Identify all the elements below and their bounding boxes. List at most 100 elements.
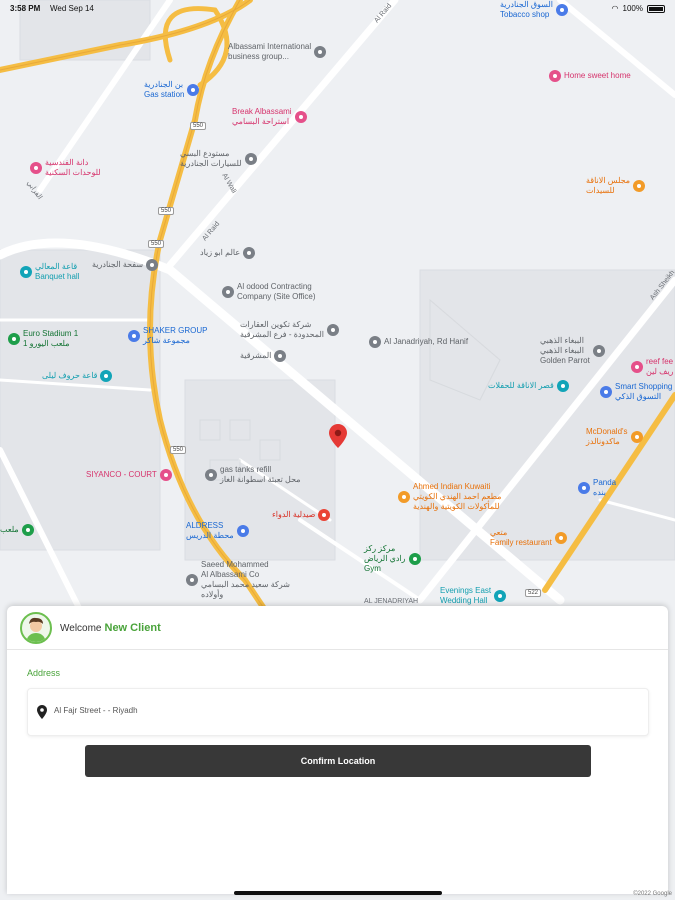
highway-shield: 550 [190, 122, 207, 130]
road-label-al-jenadriyah-road: AL JENADRIYAH [364, 598, 419, 605]
poi-marker-icon [222, 286, 234, 298]
poi-label: Al Janadriyah, Rd Hanif [384, 337, 469, 346]
poi-label: مجلس الاناقة للسيدات [586, 176, 631, 195]
poi-label: gas tanks refill محل تعبئة اسطوانة الغاز [220, 465, 301, 484]
poi-label: Al odood Contracting Company (Site Offic… [237, 282, 316, 301]
poi-label: Break Albassami استراحة البسامي [232, 107, 292, 126]
welcome-header: Welcome New Client [7, 606, 668, 650]
poi-label: SIYANCO - COURT [86, 470, 157, 479]
selected-location-pin-icon[interactable] [329, 424, 347, 448]
poi-marker-icon [633, 180, 646, 192]
location-bottom-sheet: Welcome New Client Address Al Fajr Street… [7, 606, 668, 894]
poi-albassami-intl[interactable]: Albassami International business group..… [228, 42, 327, 62]
confirm-location-button[interactable]: Confirm Location [85, 745, 591, 777]
poi-al-janadriyah-rd[interactable]: Al Janadriyah, Rd Hanif [369, 336, 468, 348]
poi-marker-icon [100, 370, 113, 382]
poi-marker-icon [294, 111, 307, 123]
poi-fashion-center[interactable]: قصر الاناقة للحفلات [488, 380, 569, 392]
poi-banquet-hall[interactable]: قاعة المعالي Banquet hall [20, 262, 79, 282]
poi-marker-icon [600, 386, 612, 398]
poi-marker-icon [630, 431, 643, 443]
status-time: 3:58 PM [10, 4, 41, 13]
poi-mcdonalds[interactable]: McDonald's ماكدونالدز [586, 427, 643, 447]
poi-marker-icon [159, 469, 172, 481]
poi-marker-icon [236, 525, 249, 537]
poi-pharmacy[interactable]: صيدلية الدواء [272, 509, 331, 521]
highway-shield: 550 [158, 207, 175, 215]
poi-reef-fee[interactable]: reef fee ريف لين [631, 357, 674, 377]
poi-marker-icon [128, 330, 140, 342]
poi-label: ALDRESS محطة الدريس [186, 521, 234, 540]
poi-ahmed-indian[interactable]: Ahmed Indian Kuwaiti مطعم احمد الهندي ال… [398, 482, 501, 512]
poi-family-restaurant[interactable]: متعي Family restaurant [490, 528, 567, 548]
poi-marker-icon [21, 524, 34, 536]
poi-label: مركز ركز رادي الرياض Gym [364, 544, 406, 573]
poi-siyanco[interactable]: SIYANCO - COURT [86, 469, 172, 481]
poi-tobacco-shop[interactable]: السوق الجنادرية Tobacco shop [500, 0, 568, 20]
poi-marker-icon [555, 4, 568, 16]
wifi-icon: ◠ [611, 4, 619, 13]
address-field[interactable]: Al Fajr Street - - Riyadh [27, 688, 649, 736]
poi-marker-icon [318, 509, 331, 521]
poi-al-odood[interactable]: Al odood Contracting Company (Site Offic… [222, 282, 316, 302]
poi-gas-tanks[interactable]: gas tanks refill محل تعبئة اسطوانة الغاز [205, 465, 301, 485]
poi-label: متعي Family restaurant [490, 528, 552, 547]
poi-label: SHAKER GROUP مجموعة شاكر [143, 326, 208, 345]
poi-break-albassami[interactable]: Break Albassami استراحة البسامي [232, 107, 307, 127]
user-avatar-icon [26, 617, 46, 642]
poi-al-mashriqiya[interactable]: المشرقية [240, 350, 287, 362]
poi-label: Ahmed Indian Kuwaiti مطعم احمد الهندي ال… [413, 482, 502, 511]
poi-label: Smart Shopping التسوق الذكي [615, 382, 673, 401]
poi-panda[interactable]: Panda بنده [578, 478, 616, 498]
poi-label: الببغاء الذهبي الببغاء الذهبي Golden Par… [540, 336, 590, 365]
poi-marker-icon [8, 333, 20, 345]
poi-label: دانة الفندسية للوحدات السكنية [45, 158, 101, 177]
poi-label: Albassami International business group..… [228, 42, 312, 61]
poi-smart-shopping[interactable]: Smart Shopping التسوق الذكي [600, 382, 672, 402]
battery-icon [647, 4, 665, 13]
poi-letters-hall[interactable]: قاعة حروف ليلى [42, 370, 113, 382]
poi-marker-icon [146, 259, 159, 271]
poi-label: المشرقية [240, 351, 272, 360]
poi-car-showroom[interactable]: مستودع البسي للسيارات الجنادرية [180, 149, 257, 169]
poi-marker-icon [578, 482, 590, 494]
poi-shaker-group[interactable]: SHAKER GROUP مجموعة شاكر [128, 326, 207, 346]
poi-label: عالم ابو زياد [200, 248, 241, 257]
poi-label: قاعة المعالي Banquet hall [35, 262, 80, 281]
poi-jenadriyah-square[interactable]: سفحة الجنادرية [92, 259, 159, 271]
highway-shield: 550 [170, 446, 187, 454]
poi-gas-station[interactable]: بن الجنادرية Gas station [144, 80, 200, 100]
poi-evenings-east[interactable]: Evenings East Wedding Hall [440, 586, 507, 606]
poi-marker-icon [592, 345, 605, 357]
poi-home-sweet-home[interactable]: Home sweet home [549, 70, 631, 82]
poi-marker-icon [205, 469, 217, 481]
poi-label: Euro Stadium 1 ملعب اليورو 1 [23, 329, 79, 348]
poi-label: صيدلية الدواء [272, 510, 316, 519]
poi-label: السوق الجنادرية Tobacco shop [500, 0, 553, 19]
map-copyright: ©2022 Google [633, 891, 672, 897]
poi-marker-icon [243, 247, 256, 259]
poi-stadium-left[interactable]: ملعب [0, 524, 34, 536]
poi-golden-parrot[interactable]: الببغاء الذهبي الببغاء الذهبي Golden Par… [540, 336, 605, 366]
avatar[interactable] [20, 612, 52, 644]
poi-abu-zaid[interactable]: عالم ابو زياد [200, 247, 256, 259]
poi-marker-icon [30, 162, 42, 174]
poi-label: Evenings East Wedding Hall [440, 586, 492, 605]
battery-percent: 100% [622, 4, 643, 13]
poi-label: قصر الاناقة للحفلات [488, 381, 554, 390]
poi-marker-icon [631, 361, 643, 373]
poi-aldress[interactable]: ALDRESS محطة الدريس [186, 521, 249, 541]
home-indicator[interactable] [234, 891, 442, 895]
poi-saeed-albassami[interactable]: Saeed Mohammed Al Albassami Co شركة سعيد… [186, 560, 290, 600]
welcome-label: Welcome [60, 623, 102, 634]
poi-ladies-lounge[interactable]: مجلس الاناقة للسيدات [586, 176, 646, 196]
poi-housing-units[interactable]: دانة الفندسية للوحدات السكنية [30, 158, 101, 178]
poi-euro-stadium[interactable]: Euro Stadium 1 ملعب اليورو 1 [8, 329, 78, 349]
poi-label: reef fee ريف لين [646, 357, 674, 376]
poi-real-estate[interactable]: شركة تكوين العقارات المحدودة - فرع المشر… [240, 320, 339, 340]
highway-shield: 522 [525, 589, 542, 597]
highway-shield: 550 [148, 240, 165, 248]
poi-label: قاعة حروف ليلى [42, 371, 98, 380]
poi-rayyan-center[interactable]: مركز ركز رادي الرياض Gym [364, 544, 421, 574]
poi-label: Saeed Mohammed Al Albassami Co شركة سعيد… [201, 560, 290, 599]
